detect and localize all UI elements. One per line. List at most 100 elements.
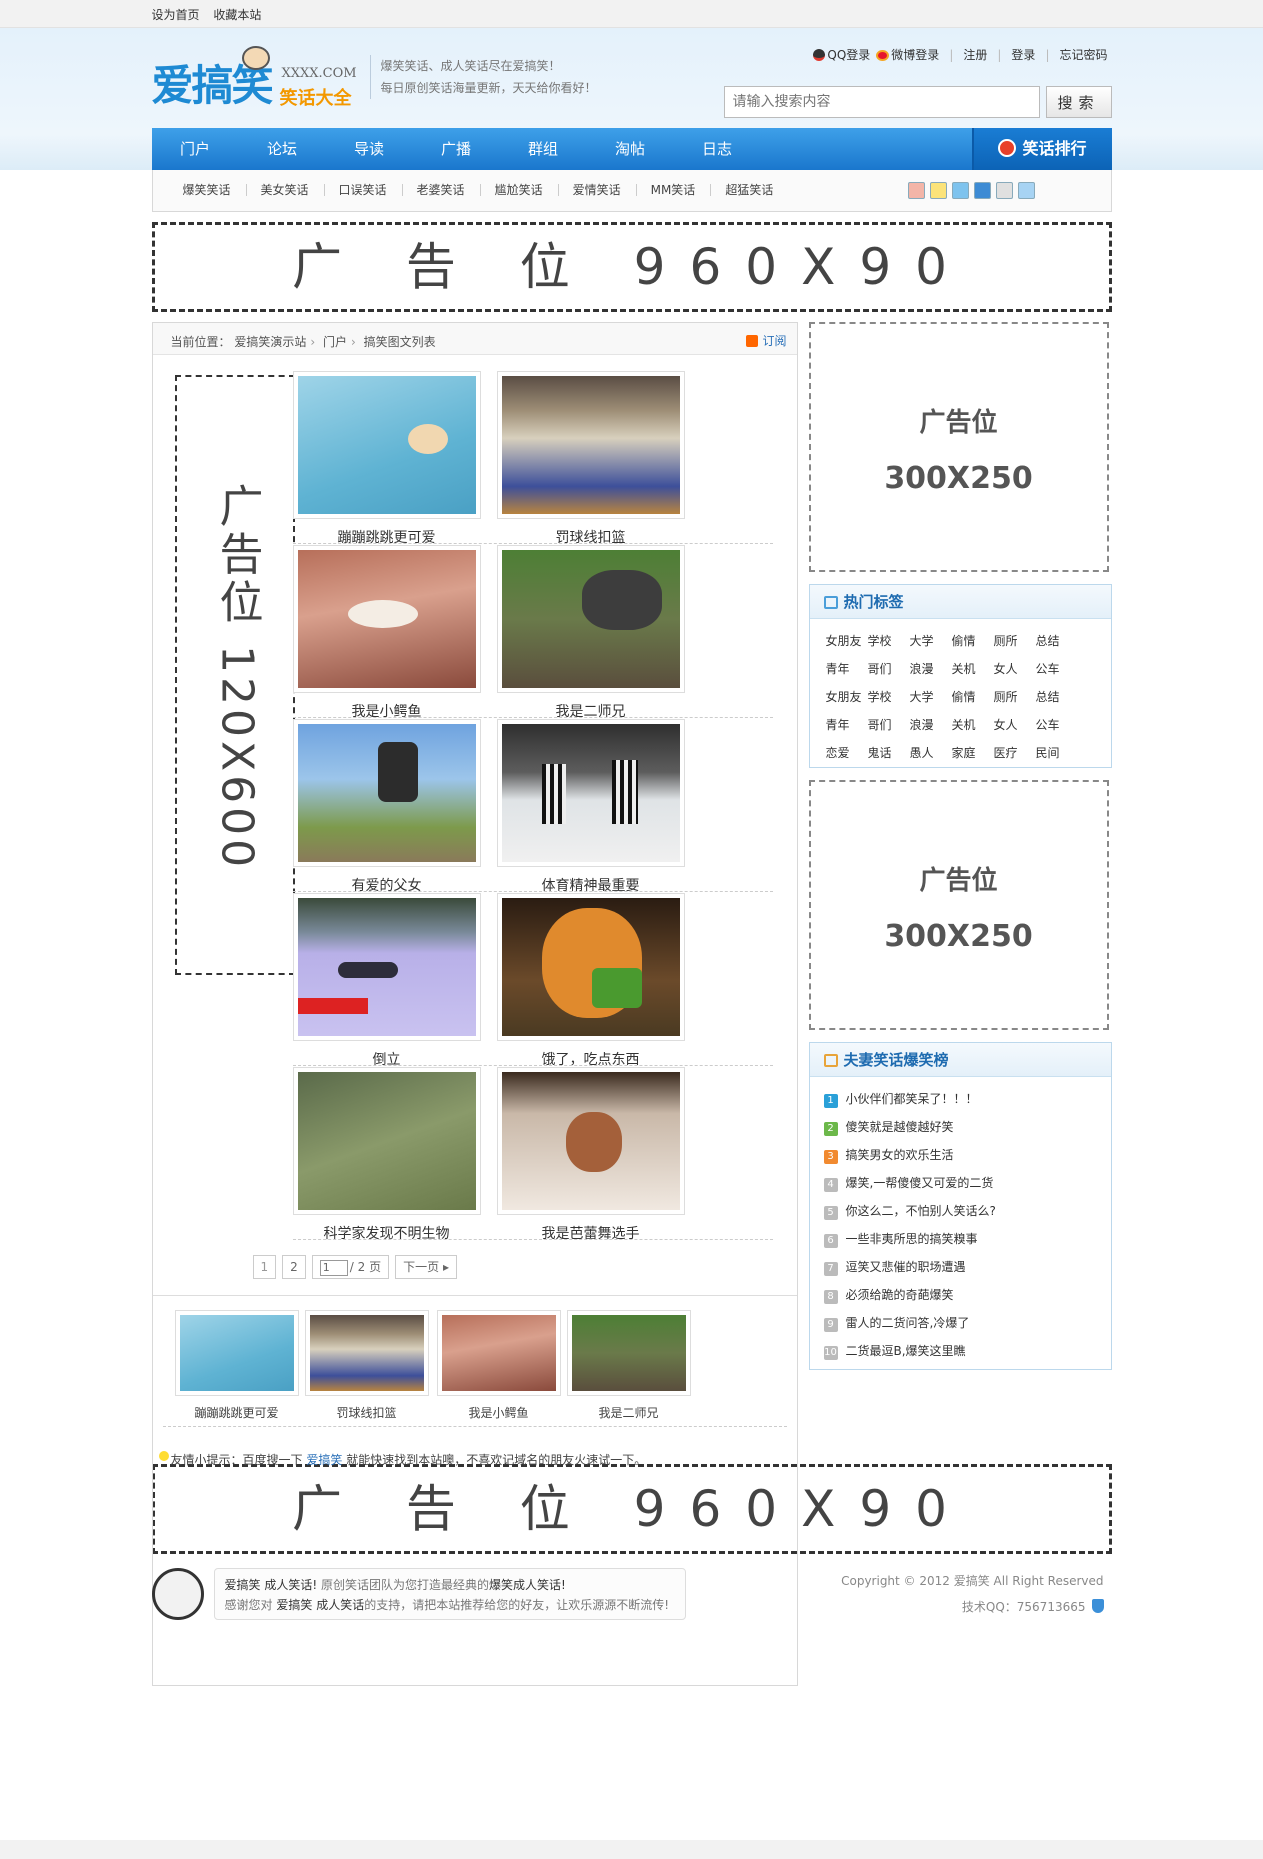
subnav-item[interactable]: 爱情笑话: [557, 170, 636, 210]
gif-caption[interactable]: 饿了，吃点东西: [497, 1049, 685, 1069]
nav-item-guide[interactable]: 导读: [326, 128, 413, 170]
related-item[interactable]: 我是二师兄: [566, 1310, 691, 1420]
ranking-item[interactable]: 7 逗笑又悲催的职场遭遇: [823, 1253, 1111, 1281]
register-link[interactable]: 注册: [963, 46, 987, 63]
tag-link[interactable]: 厕所: [994, 627, 1036, 655]
breadcrumb-site-link[interactable]: 爱搞笑演示站: [234, 335, 306, 349]
gif-caption[interactable]: 科学家发现不明生物: [293, 1223, 481, 1243]
ranking-item-title[interactable]: 爆笑,一帮傻傻又可爱的二货: [846, 1176, 994, 1190]
joke-ranking-button[interactable]: 笑话排行: [971, 128, 1112, 170]
tag-link[interactable]: 青年: [826, 711, 868, 739]
tag-link[interactable]: 公车: [1036, 711, 1078, 739]
gif-item[interactable]: 我是芭蕾舞选手: [496, 1067, 685, 1257]
tag-link[interactable]: 总结: [1036, 627, 1078, 655]
related-item[interactable]: 蹦蹦跳跳更可爱: [174, 1310, 299, 1421]
subnav-item[interactable]: 老婆笑话: [401, 170, 480, 210]
tag-link[interactable]: 关机: [952, 711, 994, 739]
breadcrumb-portal-link[interactable]: 门户: [323, 335, 347, 349]
site-logo[interactable]: 爱搞笑 XXXX.COM 笑话大全: [152, 46, 372, 116]
bookmark-link[interactable]: 收藏本站: [213, 8, 261, 22]
ranking-item-title[interactable]: 二货最逗B,爆笑这里瞧: [846, 1344, 966, 1358]
tag-link[interactable]: 偷情: [952, 683, 994, 711]
tag-link[interactable]: 鬼话: [868, 739, 910, 767]
subnav-item[interactable]: 口误笑话: [323, 170, 402, 210]
footer-brand[interactable]: 爱搞笑: [276, 1598, 312, 1612]
search-input[interactable]: [723, 86, 1040, 118]
related-thumbnail[interactable]: [566, 1310, 691, 1396]
tag-link[interactable]: 哥们: [868, 711, 910, 739]
forgot-password-link[interactable]: 忘记密码: [1059, 46, 1107, 63]
login-link[interactable]: 登录: [1011, 46, 1035, 63]
tag-link[interactable]: 恋爱: [826, 739, 868, 767]
nav-item-portal[interactable]: 门户: [152, 128, 239, 170]
renren-share-icon[interactable]: [973, 182, 991, 199]
related-thumbnail[interactable]: [436, 1310, 561, 1396]
gif-item[interactable]: 我是小鳄鱼: [292, 545, 481, 735]
tag-link[interactable]: 学校: [868, 627, 910, 655]
tag-link[interactable]: 民间: [1036, 739, 1078, 767]
gif-item[interactable]: 科学家发现不明生物: [292, 1067, 481, 1257]
weibo-login-link[interactable]: 微博登录: [876, 46, 939, 63]
gif-caption[interactable]: 蹦蹦跳跳更可爱: [293, 527, 481, 547]
tag-link[interactable]: 大学: [910, 683, 952, 711]
gif-thumbnail[interactable]: [496, 1067, 685, 1215]
ad-rectangle-2[interactable]: 广告位 300X250: [808, 780, 1109, 1030]
ranking-item[interactable]: 10 二货最逗B,爆笑这里瞧: [823, 1337, 1111, 1365]
search-button[interactable]: 搜索: [1045, 86, 1112, 118]
qq-share-icon[interactable]: [995, 182, 1013, 199]
tag-link[interactable]: 厕所: [994, 683, 1036, 711]
ranking-item[interactable]: 9 雷人的二货问答,冷爆了: [823, 1309, 1111, 1337]
gif-thumbnail[interactable]: [496, 719, 685, 867]
gif-caption[interactable]: 倒立: [293, 1049, 481, 1069]
gif-item[interactable]: 有爱的父女: [292, 719, 481, 909]
tag-link[interactable]: 青年: [826, 655, 868, 683]
tag-link[interactable]: 女朋友: [826, 627, 868, 655]
ranking-item-title[interactable]: 小伙伴们都笑呆了！！！: [846, 1092, 978, 1106]
tag-link[interactable]: 女人: [994, 655, 1036, 683]
tag-link[interactable]: 偷情: [952, 627, 994, 655]
tag-link[interactable]: 愚人: [910, 739, 952, 767]
qq-login-link[interactable]: QQ登录: [813, 46, 870, 63]
nav-item-blog[interactable]: 日志: [674, 128, 761, 170]
gif-caption[interactable]: 罚球线扣篮: [497, 527, 685, 547]
ranking-item-title[interactable]: 一些非夷所思的搞笑糗事: [846, 1232, 978, 1246]
gif-thumbnail[interactable]: [292, 545, 481, 693]
tag-link[interactable]: 女朋友: [826, 683, 868, 711]
ranking-item[interactable]: 4 爆笑,一帮傻傻又可爱的二货: [823, 1169, 1111, 1197]
gif-item[interactable]: 倒立: [292, 893, 481, 1083]
ad-skyscraper[interactable]: 广告位 120X600: [174, 375, 295, 975]
related-caption[interactable]: 蹦蹦跳跳更可爱: [175, 1404, 299, 1421]
gif-caption[interactable]: 体育精神最重要: [497, 875, 685, 895]
tip-keyword-link[interactable]: 爱搞笑: [306, 1453, 342, 1467]
tag-link[interactable]: 关机: [952, 655, 994, 683]
ad-rectangle-1[interactable]: 广告位 300X250: [808, 322, 1109, 572]
tag-link[interactable]: 浪漫: [910, 711, 952, 739]
gif-caption[interactable]: 我是芭蕾舞选手: [497, 1223, 685, 1243]
tag-link[interactable]: 家庭: [952, 739, 994, 767]
nav-item-group[interactable]: 群组: [500, 128, 587, 170]
tag-link[interactable]: 哥们: [868, 655, 910, 683]
tag-link[interactable]: 公车: [1036, 655, 1078, 683]
subnav-item[interactable]: 超猛笑话: [710, 170, 788, 210]
gif-caption[interactable]: 我是二师兄: [497, 701, 685, 721]
footer-brand[interactable]: 爱搞笑: [225, 1578, 261, 1592]
ranking-item[interactable]: 8 必须给跪的奇葩爆笑: [823, 1281, 1111, 1309]
related-caption[interactable]: 我是小鳄鱼: [437, 1404, 561, 1421]
baidu-share-icon[interactable]: [1017, 182, 1035, 199]
gif-thumbnail[interactable]: [292, 371, 481, 519]
tag-link[interactable]: 女人: [994, 711, 1036, 739]
related-caption[interactable]: 罚球线扣篮: [305, 1404, 429, 1421]
nav-item-broadcast[interactable]: 广播: [413, 128, 500, 170]
ad-banner-top[interactable]: 广 告 位 960X90: [151, 222, 1112, 312]
gif-item[interactable]: 体育精神最重要: [496, 719, 685, 909]
next-page-button[interactable]: 下一页 ▸: [395, 1255, 457, 1279]
star-share-icon[interactable]: [929, 182, 947, 199]
rss-share-icon[interactable]: [907, 182, 925, 199]
ranking-item[interactable]: 1 小伙伴们都笑呆了！！！: [823, 1085, 1111, 1113]
gif-thumbnail[interactable]: [496, 893, 685, 1041]
ranking-item[interactable]: 3 搞笑男女的欢乐生活: [823, 1141, 1111, 1169]
tag-link[interactable]: 医疗: [994, 739, 1036, 767]
related-thumbnail[interactable]: [304, 1310, 429, 1396]
ranking-item[interactable]: 5 你这么二，不怕别人笑话么?: [823, 1197, 1111, 1225]
set-homepage-link[interactable]: 设为首页: [152, 8, 200, 22]
